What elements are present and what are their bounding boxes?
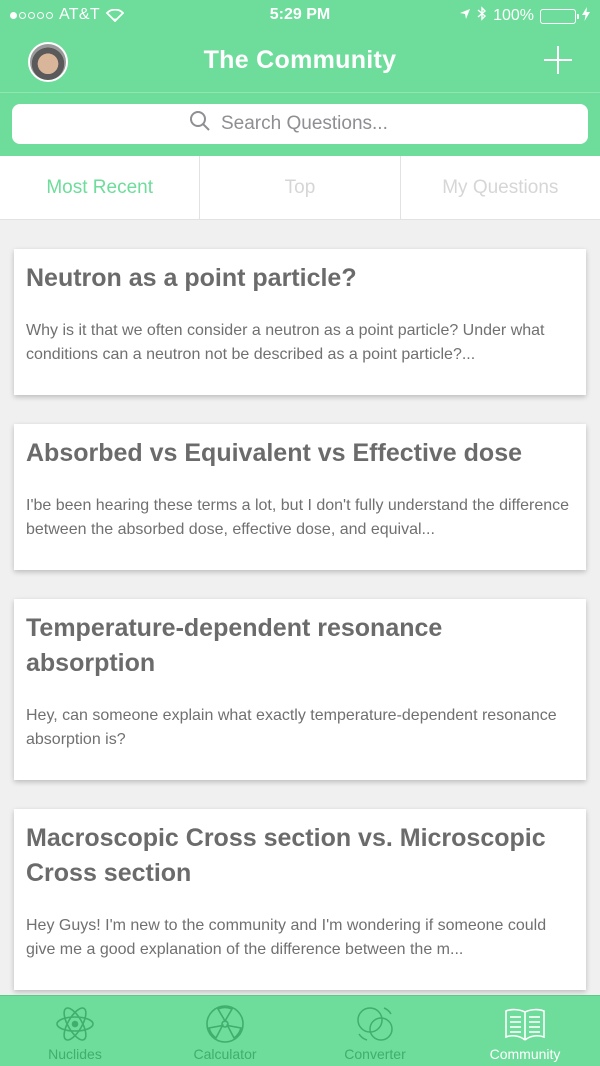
question-list[interactable]: Neutron as a point particle? Why is it t… <box>0 220 600 995</box>
question-card[interactable]: Neutron as a point particle? Why is it t… <box>14 249 586 395</box>
tabbar-label: Converter <box>344 1046 406 1062</box>
book-icon <box>503 1004 547 1044</box>
atom-icon <box>53 1004 97 1044</box>
status-bar: AT&T 5:29 PM 100% <box>0 0 600 32</box>
battery-percent: 100% <box>493 7 534 24</box>
tab-my-questions[interactable]: My Questions <box>401 156 600 219</box>
page-title: The Community <box>203 46 397 74</box>
search-input[interactable] <box>221 113 411 135</box>
search-icon <box>189 110 211 138</box>
battery-icon <box>540 8 579 24</box>
navbar: The Community <box>0 32 600 92</box>
tabbar-item-converter[interactable]: Converter <box>300 996 450 1066</box>
charging-bolt-icon <box>582 6 590 26</box>
location-arrow-icon <box>459 7 471 25</box>
tab-top[interactable]: Top <box>200 156 401 219</box>
header-divider <box>0 92 600 93</box>
question-preview: I'be been hearing these terms a lot, but… <box>26 497 570 538</box>
question-preview: Hey, can someone explain what exactly te… <box>26 707 557 748</box>
tabbar-item-nuclides[interactable]: Nuclides <box>0 996 150 1066</box>
question-preview: Why is it that we often consider a neutr… <box>26 322 545 363</box>
tab-most-recent[interactable]: Most Recent <box>0 156 201 219</box>
question-title: Absorbed vs Equivalent vs Effective dose <box>26 439 522 467</box>
bottom-tab-bar: Nuclides Calculator Converter Community <box>0 995 600 1066</box>
question-title: Neutron as a point particle? <box>26 264 357 292</box>
tabbar-label: Community <box>489 1046 561 1062</box>
question-card[interactable]: Temperature-dependent resonance absorpti… <box>14 599 586 780</box>
question-card[interactable]: Absorbed vs Equivalent vs Effective dose… <box>14 424 586 570</box>
tabbar-item-community[interactable]: Community <box>450 996 600 1066</box>
search-bar[interactable] <box>12 104 588 144</box>
unit-converter-icon <box>353 1004 397 1044</box>
bluetooth-icon <box>477 6 487 26</box>
filter-tabs: Most Recent Top My Questions <box>0 156 600 220</box>
question-title: Macroscopic Cross section vs. Microscopi… <box>26 824 546 887</box>
tabbar-label: Calculator <box>193 1046 257 1062</box>
tabbar-item-calculator[interactable]: Calculator <box>150 996 300 1066</box>
tabbar-label: Nuclides <box>48 1046 102 1062</box>
radiation-icon <box>203 1004 247 1044</box>
add-question-button[interactable] <box>538 40 578 80</box>
header: AT&T 5:29 PM 100% The Community <box>0 0 600 156</box>
question-preview: Hey Guys! I'm new to the community and I… <box>26 917 547 958</box>
question-card[interactable]: Macroscopic Cross section vs. Microscopi… <box>14 809 586 990</box>
question-title: Temperature-dependent resonance absorpti… <box>26 614 443 677</box>
status-right: 100% <box>459 6 590 26</box>
